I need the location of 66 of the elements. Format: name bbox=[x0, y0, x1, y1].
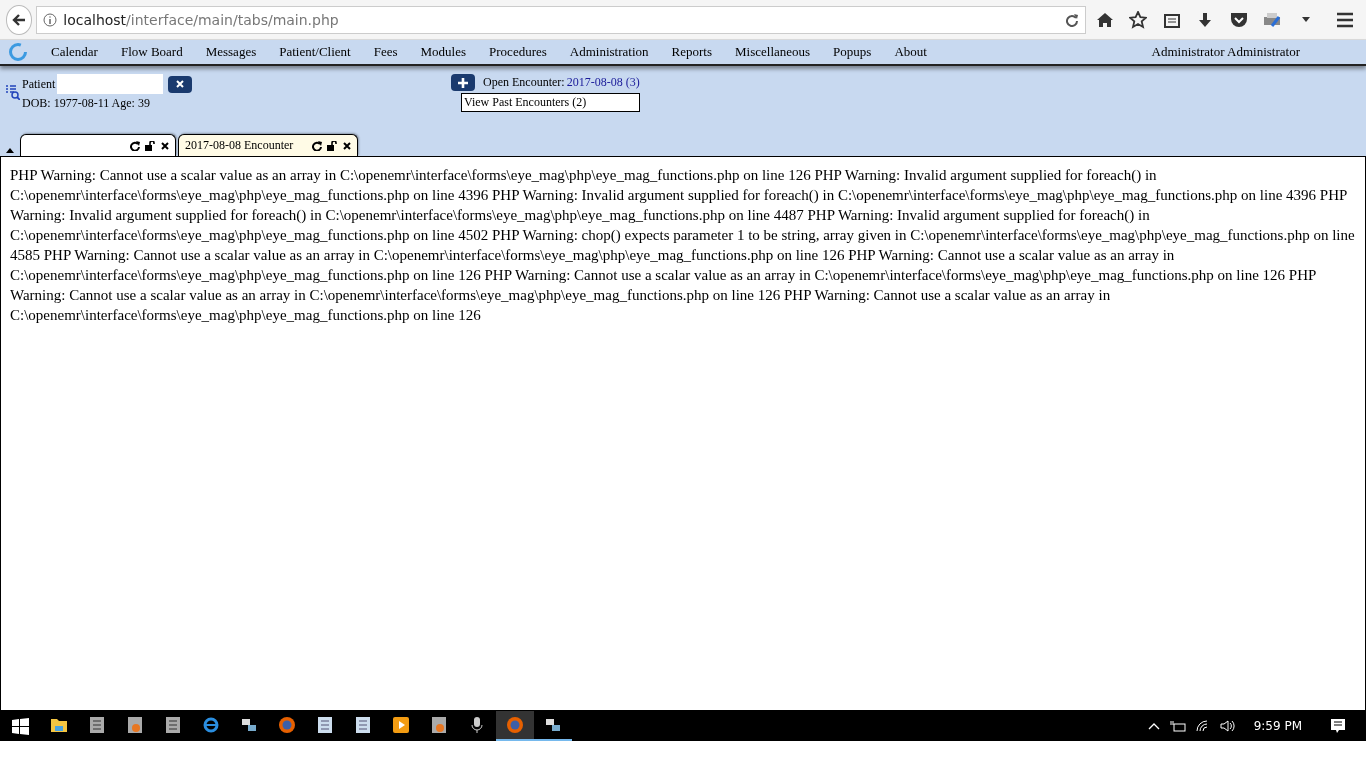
encounter-link[interactable]: 2017-08-08 (3) bbox=[566, 75, 640, 90]
menu-item[interactable]: Reports bbox=[671, 44, 712, 60]
microphone-icon bbox=[471, 716, 483, 734]
document-icon bbox=[165, 716, 181, 734]
notifications-icon[interactable] bbox=[1330, 718, 1346, 734]
url-text: localhost/interface/main/tabs/main.php bbox=[63, 11, 340, 28]
dob-age-text: DOB: 1977-08-11 Age: 39 bbox=[22, 96, 151, 111]
speaker-icon[interactable] bbox=[1219, 720, 1236, 732]
browser-icon bbox=[202, 716, 220, 734]
menu-icon bbox=[1336, 11, 1355, 28]
logo-icon bbox=[8, 42, 28, 62]
tooltip: View Past Encounters (2) bbox=[461, 93, 640, 112]
close-icon[interactable] bbox=[343, 141, 351, 150]
tab[interactable] bbox=[20, 134, 176, 156]
patient-label: Patient bbox=[22, 76, 56, 92]
play-icon bbox=[392, 716, 410, 734]
menu-item[interactable]: Calendar bbox=[51, 44, 98, 60]
refresh-icon[interactable] bbox=[130, 140, 140, 151]
tab[interactable]: 2017-08-08 Encounter bbox=[178, 134, 358, 156]
patient-list-icon[interactable] bbox=[6, 84, 20, 100]
menu-item[interactable]: About bbox=[894, 44, 927, 60]
menu-item[interactable]: Popups bbox=[833, 44, 872, 60]
menu-item[interactable]: Procedures bbox=[489, 44, 547, 60]
menu-item[interactable]: Messages bbox=[205, 44, 257, 60]
back-button[interactable] bbox=[6, 4, 33, 35]
patient-field[interactable] bbox=[57, 74, 164, 94]
notepad-icon bbox=[317, 716, 333, 734]
reload-icon[interactable] bbox=[1065, 12, 1080, 27]
address-bar[interactable]: localhost/interface/main/tabs/main.php bbox=[36, 5, 1087, 34]
clock-text[interactable]: 9:59 PM bbox=[1253, 719, 1302, 733]
back-arrow-icon bbox=[11, 11, 28, 28]
printer-icon bbox=[1262, 10, 1283, 29]
windows-logo-icon bbox=[11, 717, 29, 735]
list-icon bbox=[1163, 11, 1180, 28]
open-encounter-label: Open Encounter: bbox=[483, 75, 565, 90]
battery-icon[interactable] bbox=[1169, 720, 1186, 732]
document-icon bbox=[89, 716, 105, 734]
menu-item[interactable]: Fees bbox=[373, 44, 398, 60]
new-encounter-button[interactable] bbox=[451, 74, 475, 91]
document-icon bbox=[431, 716, 447, 734]
plus-icon bbox=[458, 77, 468, 88]
close-icon[interactable] bbox=[161, 141, 169, 150]
menu-item[interactable]: Patient/Client bbox=[279, 44, 351, 60]
unlocked-icon[interactable] bbox=[327, 140, 338, 151]
home-icon bbox=[1096, 11, 1114, 28]
download-arrow-icon bbox=[1197, 11, 1214, 28]
unlocked-icon[interactable] bbox=[145, 140, 156, 151]
folder-icon bbox=[50, 717, 68, 733]
user-name: Administrator Administrator bbox=[1151, 44, 1300, 60]
warning-text: PHP Warning: Cannot use a scalar value as an array in C:\openemr\interface\forms\eye_mag\php\eye_mag_functions.php on line 126 PHP Warning: Invalid argument supplied for foreach() in C:\openemr\interface\forms\eye_mag\php\eye_mag_functions.php on line 4396 PHP Warning: Invalid argument supplied for foreach() in C:\openemr\interface\forms\eye_mag\php\eye_mag_functions.php on line 4396 PHP Warning: Invalid argument supplied for foreach() in C:\openemr\interface\forms\eye_mag\php\eye_mag_functions.php on line 4487 PHP Warning: Invalid argument supplied for foreach() in C:\openemr\interface\forms\eye_mag\php\eye_mag_functions.php on line 4502 PHP Warning: chop() expects parameter 1 to be string, array given in C:\openemr\interface\forms\eye_mag\php\eye_mag_functions.php on line 4585 PHP Warning: Cannot use a scalar value as an array in C:\openemr\interface\forms\eye_mag\php\eye_mag_functions.php on line 126 PHP Warning: Cannot use a scalar value as an array in C:\openemr\interface\forms\eye_mag\php\eye_mag_functions.php on line 126 PHP Warning: Cannot use a scalar value as an array in C:\openemr\interface\forms\eye_mag\php\eye_mag_functions.php on line 126 PHP Warning: Cannot use a scalar value as an array in C:\openemr\interface\forms\eye_mag\php\eye_mag_functions.php on line 126 PHP Warning: Cannot use a scalar value as an array in C:\openemr\interface\forms\eye_mag\php\eye_mag_functions.php on line 126 bbox=[10, 166, 1356, 325]
collapse-arrow-icon[interactable] bbox=[6, 148, 14, 153]
pocket-icon bbox=[1229, 11, 1248, 28]
taskbar-app[interactable] bbox=[496, 711, 534, 741]
clear-patient-button[interactable] bbox=[168, 75, 193, 93]
menu-item[interactable]: Modules bbox=[420, 44, 467, 60]
info-icon bbox=[43, 12, 58, 27]
chevron-up-icon[interactable] bbox=[1147, 722, 1160, 730]
menu-item[interactable]: Flow Board bbox=[120, 44, 183, 60]
document-icon bbox=[127, 716, 143, 734]
notepad-icon bbox=[355, 716, 371, 734]
wifi-icon[interactable] bbox=[1195, 720, 1210, 732]
caret-icon bbox=[1301, 17, 1310, 22]
star-icon bbox=[1129, 10, 1148, 29]
menu-item[interactable]: Administration bbox=[569, 44, 649, 60]
menu-item[interactable]: Miscellaneous bbox=[735, 44, 811, 60]
refresh-icon[interactable] bbox=[312, 140, 322, 151]
